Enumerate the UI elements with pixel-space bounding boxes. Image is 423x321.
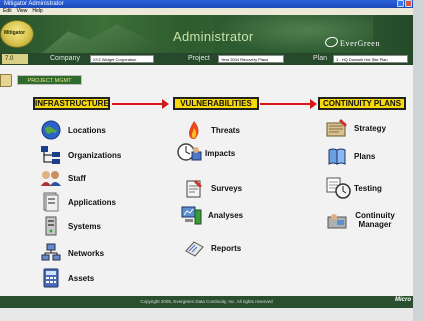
stopwatch-icon: [326, 176, 352, 200]
project-select[interactable]: Year 2004 Recovery Plans: [218, 55, 284, 63]
nav-label: Analyses: [208, 210, 244, 220]
arrow-icon: [112, 99, 169, 109]
window-title: Mitigator Administrator: [4, 1, 64, 7]
header-banner: Administrator EverGreen: [0, 15, 413, 53]
menu-item-view[interactable]: View: [17, 8, 28, 15]
clock-icon: [177, 143, 203, 163]
continuity-plans-heading: CONTINUITY PLANS: [318, 97, 406, 110]
company-label: Company: [50, 55, 80, 62]
nav-item-plans[interactable]: Plans: [326, 146, 375, 166]
server-icon: [40, 216, 62, 236]
folder-icon[interactable]: [0, 74, 12, 87]
nav-item-organizations[interactable]: Organizations: [40, 145, 121, 165]
nav-item-threats[interactable]: Threats: [183, 120, 240, 140]
version-badge: 7.0: [2, 54, 28, 64]
nav-label: Applications: [68, 197, 117, 207]
window-controls: [397, 0, 412, 8]
nav-item-strategy[interactable]: Strategy: [326, 118, 386, 138]
nav-label: Locations: [68, 125, 106, 135]
nav-label: Reports: [211, 243, 242, 253]
banner-mountain: [40, 24, 180, 53]
nav-label: Plans: [354, 151, 376, 161]
menu-bar: Edit View Help: [0, 8, 413, 15]
book-icon: [326, 146, 348, 166]
nav-item-analyses[interactable]: Analyses: [180, 205, 243, 225]
vulnerabilities-heading: VULNERABILITIES: [173, 97, 259, 110]
strategy-icon: [326, 118, 348, 138]
nav-item-testing[interactable]: Testing: [326, 176, 382, 200]
minimize-icon[interactable]: [397, 0, 404, 7]
nav-item-applications[interactable]: Applications: [40, 192, 116, 212]
mitigator-logo: Mitigator: [0, 20, 34, 48]
window-edge: [413, 0, 423, 321]
nav-label: Networks: [68, 248, 105, 258]
nav-item-systems[interactable]: Systems: [40, 216, 101, 236]
analyses-icon: [180, 205, 202, 225]
org-chart-icon: [40, 145, 62, 165]
network-icon: [40, 243, 62, 263]
nav-label: Impacts: [205, 148, 236, 158]
globe-icon: [40, 120, 62, 140]
nav-label: Systems: [68, 221, 101, 231]
page-title: Administrator: [173, 29, 254, 44]
nav-item-staff[interactable]: Staff: [40, 168, 86, 188]
reports-icon: [183, 238, 205, 258]
arrow-icon: [260, 99, 317, 109]
nav-label: Organizations: [68, 150, 122, 160]
nav-label: Staff: [68, 173, 86, 183]
nav-item-assets[interactable]: Assets: [40, 268, 94, 288]
close-icon[interactable]: [405, 0, 412, 7]
project-label: Project: [188, 55, 210, 62]
window-title-bar: Mitigator Administrator: [0, 0, 413, 8]
nav-item-continuity-manager[interactable]: Continuity Manager: [326, 211, 396, 231]
nav-item-impacts[interactable]: Impacts: [177, 143, 235, 163]
nav-label: Continuity Manager: [355, 211, 395, 229]
staff-icon: [40, 168, 62, 188]
manager-icon: [326, 211, 348, 231]
mitigator-logo-text: Mitigator: [4, 30, 26, 36]
context-bar: 7.0 Company XYZ Widget Corporation Proje…: [0, 53, 413, 65]
calculator-icon: [40, 268, 62, 288]
nav-item-reports[interactable]: Reports: [183, 238, 241, 258]
nav-item-networks[interactable]: Networks: [40, 243, 104, 263]
infrastructure-heading: INFRASTRUCTURE: [33, 97, 110, 110]
window-bottom: [0, 308, 413, 321]
brand-logo-text: EverGreen: [340, 39, 381, 48]
nav-label: Testing: [354, 183, 382, 193]
plan-select[interactable]: 1 - HQ Dunwell Hot Site Plan: [333, 55, 408, 63]
fire-icon: [183, 120, 205, 140]
menu-item-help[interactable]: Help: [32, 8, 42, 15]
plan-label: Plan: [313, 55, 328, 62]
nav-label: Threats: [211, 125, 240, 135]
project-mgmt-button[interactable]: PROJECT MGMT: [17, 75, 82, 85]
nav-label: Strategy: [354, 123, 387, 133]
copyright-text: Copyright 2005, Evergreen Data Continuit…: [140, 299, 273, 304]
company-select[interactable]: XYZ Widget Corporation: [90, 55, 154, 63]
nav-item-locations[interactable]: Locations: [40, 120, 106, 140]
nav-label: Surveys: [211, 183, 243, 193]
applications-icon: [40, 192, 62, 212]
nav-item-surveys[interactable]: Surveys: [183, 178, 242, 198]
footer: Copyright 2005, Evergreen Data Continuit…: [0, 296, 413, 308]
vendor-logo: Micro: [394, 297, 411, 303]
nav-label: Assets: [68, 273, 95, 283]
survey-icon: [183, 178, 205, 198]
menu-item-edit[interactable]: Edit: [3, 8, 12, 15]
